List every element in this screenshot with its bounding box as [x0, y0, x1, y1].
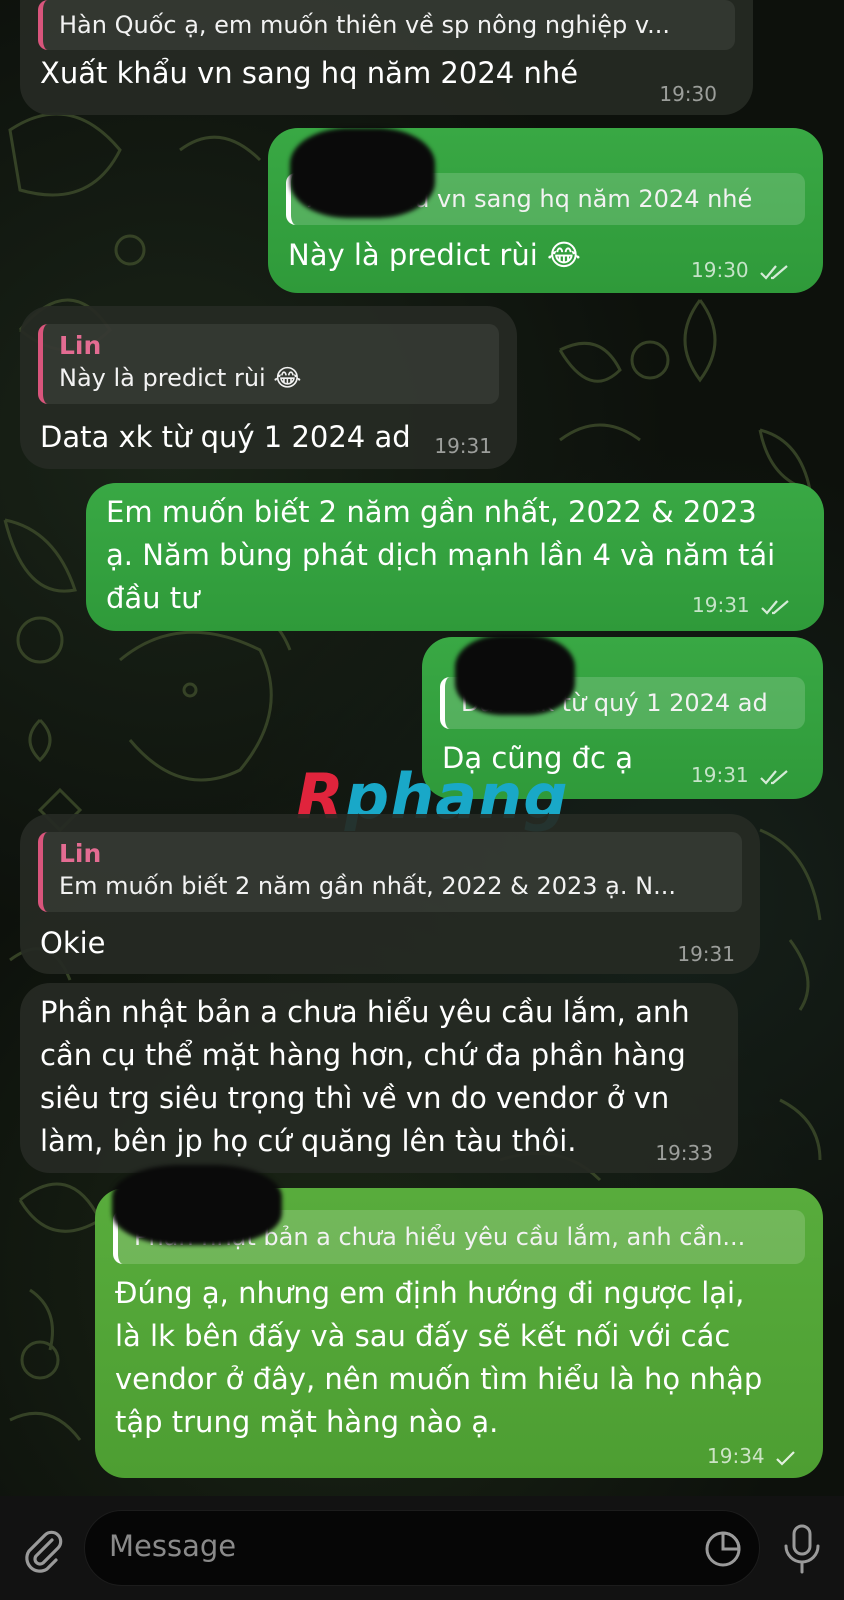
- reply-quote[interactable]: Lin Em muốn biết 2 năm gần nhất, 2022 & …: [38, 832, 742, 912]
- message-input-placeholder: Message: [109, 1529, 237, 1563]
- message-time: 19:31: [677, 942, 735, 966]
- check-icon: [776, 1450, 795, 1466]
- reply-text: Hàn Quốc ạ, em muốn thiên về sp nông ngh…: [59, 11, 671, 39]
- reply-text: Em muốn biết 2 năm gần nhất, 2022 & 2023…: [59, 872, 676, 900]
- message-bubble-incoming[interactable]: Lin Này là predict rùi 😂 Data xk từ quý …: [20, 306, 517, 469]
- message-time: 19:33: [655, 1141, 713, 1165]
- message-bubble-incoming[interactable]: Hàn Quốc ạ, em muốn thiên về sp nông ngh…: [20, 0, 753, 115]
- message-time: 19:31: [434, 434, 492, 458]
- message-text: Này là predict rùi 😂: [288, 234, 581, 277]
- double-check-icon: [760, 769, 788, 785]
- redacted-mark: [290, 128, 435, 218]
- message-text-line: Đúng ạ, nhưng em định hướng đi ngược lại…: [115, 1276, 745, 1310]
- message-time: 19:31: [692, 593, 750, 617]
- message-text-line: vendor ở đây, nên muốn tìm hiểu là họ nh…: [115, 1362, 763, 1396]
- message-time: 19:30: [659, 82, 717, 106]
- redacted-mark: [112, 1165, 282, 1245]
- message-text: Okie: [40, 926, 106, 960]
- reply-quote[interactable]: Lin Này là predict rùi 😂: [38, 324, 499, 404]
- message-text-line: là lk bên đấy và sau đấy sẽ kết nối với …: [115, 1319, 731, 1353]
- message-bubble-outgoing[interactable]: Em muốn biết 2 năm gần nhất, 2022 & 2023…: [86, 483, 824, 631]
- message-text-line: tập trung mặt hàng nào ạ.: [115, 1405, 499, 1439]
- message-text-line: đầu tư: [106, 581, 200, 615]
- reply-text: Này là predict rùi 😂: [59, 364, 302, 392]
- double-check-icon: [760, 264, 788, 280]
- message-time-row: 19:34: [707, 1444, 797, 1468]
- message-text-line: Em muốn biết 2 năm gần nhất, 2022 & 2023: [106, 495, 757, 529]
- message-text-line: ạ. Năm bùng phát dịch mạnh lần 4 và năm …: [106, 538, 776, 572]
- message-bubble-incoming[interactable]: Phần nhật bản a chưa hiểu yêu cầu lắm, a…: [20, 983, 738, 1173]
- message-bubble-incoming[interactable]: Lin Em muốn biết 2 năm gần nhất, 2022 & …: [20, 814, 760, 974]
- microphone-icon[interactable]: [780, 1522, 824, 1576]
- message-time-row: 19:31: [692, 593, 792, 617]
- message-text-content: Này là predict rùi 😂: [288, 238, 581, 272]
- message-time-row: 19:30: [691, 258, 791, 282]
- message-time: 19:31: [691, 763, 749, 787]
- reply-author: Lin: [59, 839, 102, 868]
- message-text-line: làm, bên jp họ cứ quăng lên tàu thôi.: [40, 1124, 577, 1158]
- message-time-row: 19:31: [691, 763, 791, 787]
- paperclip-icon[interactable]: [18, 1526, 66, 1574]
- double-check-icon: [761, 599, 789, 615]
- reply-author: Lin: [59, 331, 102, 360]
- message-time: 19:34: [707, 1444, 765, 1468]
- message-time: 19:30: [691, 258, 749, 282]
- redacted-mark: [455, 635, 575, 715]
- reply-quote[interactable]: Hàn Quốc ạ, em muốn thiên về sp nông ngh…: [38, 0, 735, 50]
- message-input[interactable]: Message: [84, 1510, 760, 1586]
- sticker-icon[interactable]: [703, 1529, 743, 1569]
- message-text-line: siêu trg siêu trọng thì về vn do vendor …: [40, 1081, 670, 1115]
- chat-area[interactable]: Hàn Quốc ạ, em muốn thiên về sp nông ngh…: [0, 0, 844, 1496]
- message-text: Data xk từ quý 1 2024 ad: [40, 420, 411, 454]
- message-text: Xuất khẩu vn sang hq năm 2024 nhé: [40, 56, 579, 90]
- message-text-line: Phần nhật bản a chưa hiểu yêu cầu lắm, a…: [40, 995, 690, 1029]
- message-text-line: cần cụ thể mặt hàng hơn, chứ đa phần hàn…: [40, 1038, 686, 1072]
